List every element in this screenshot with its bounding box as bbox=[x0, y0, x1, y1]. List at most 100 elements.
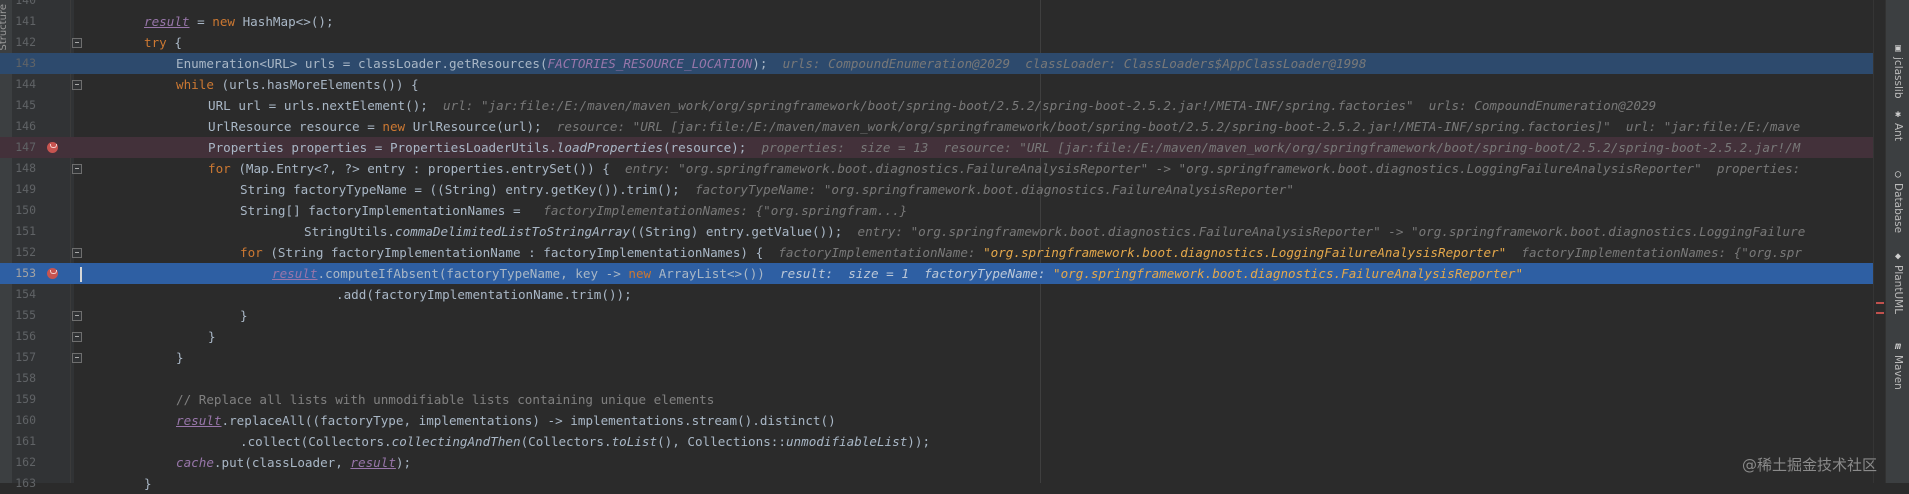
tool-window-maven[interactable]: m Maven bbox=[1886, 342, 1909, 390]
jclasslib-icon: ▣ bbox=[1894, 43, 1902, 54]
line-number: 161 bbox=[15, 434, 36, 448]
line-number: 149 bbox=[15, 182, 36, 196]
code-text: } bbox=[176, 350, 184, 365]
code-text: UrlResource resource = new UrlResource(u… bbox=[208, 119, 1801, 134]
code-line-current[interactable]: 153 result.computeIfAbsent(factoryTypeNa… bbox=[0, 263, 1873, 284]
inline-debug-value: entry: "org.springframework.boot.diagnos… bbox=[857, 224, 1806, 239]
code-text bbox=[80, 263, 84, 284]
inline-debug-value: url: "jar:file:/E:/maven/maven_work/org/… bbox=[443, 98, 1657, 113]
code-line[interactable]: 154 .add(factoryImplementationName.trim(… bbox=[0, 284, 1873, 305]
code-line[interactable]: 146 UrlResource resource = new UrlResour… bbox=[0, 116, 1873, 137]
watermark-text: @稀土掘金技术社区 bbox=[1742, 456, 1878, 474]
plantuml-icon: ◆ bbox=[1894, 251, 1902, 262]
code-text: for (String factoryImplementationName : … bbox=[240, 245, 1802, 260]
code-text: result.computeIfAbsent(factoryTypeName, … bbox=[272, 266, 1524, 281]
code-line[interactable]: 152 for (String factoryImplementationNam… bbox=[0, 242, 1873, 263]
line-number: 142 bbox=[15, 35, 36, 49]
code-text: } bbox=[144, 476, 152, 491]
code-line[interactable]: 160 result.replaceAll((factoryType, impl… bbox=[0, 410, 1873, 431]
fold-icon[interactable] bbox=[72, 80, 82, 90]
line-number: 160 bbox=[15, 413, 36, 427]
code-line[interactable]: 149 String factoryTypeName = ((String) e… bbox=[0, 179, 1873, 200]
line-number: 144 bbox=[15, 77, 36, 91]
code-line[interactable]: 148 for (Map.Entry<?, ?> entry : propert… bbox=[0, 158, 1873, 179]
line-number: 147 bbox=[15, 140, 36, 154]
code-line[interactable]: 157 } bbox=[0, 347, 1873, 368]
code-line[interactable]: 163 } bbox=[0, 473, 1873, 494]
line-number: 159 bbox=[15, 392, 36, 406]
line-number: 158 bbox=[15, 371, 36, 385]
fold-icon[interactable] bbox=[72, 332, 82, 342]
code-line[interactable]: 140 bbox=[0, 0, 1873, 11]
line-number: 143 bbox=[15, 56, 36, 70]
tool-window-plantuml[interactable]: ◆ PlantUML bbox=[1886, 251, 1909, 315]
code-line[interactable]: 141 result = new HashMap<>(); bbox=[0, 11, 1873, 32]
code-text: String factoryTypeName = ((String) entry… bbox=[240, 182, 1294, 197]
line-number: 153 bbox=[15, 266, 36, 280]
fold-icon[interactable] bbox=[72, 311, 82, 321]
line-number: 145 bbox=[15, 98, 36, 112]
code-text: for (Map.Entry<?, ?> entry : properties.… bbox=[208, 161, 1801, 176]
code-text: String[] factoryImplementationNames = fa… bbox=[240, 203, 908, 218]
code-text: result.replaceAll((factoryType, implemen… bbox=[176, 413, 836, 428]
line-number: 163 bbox=[15, 476, 36, 490]
line-number: 152 bbox=[15, 245, 36, 259]
error-stripe-marker[interactable] bbox=[1876, 312, 1884, 314]
code-text: result = new HashMap<>(); bbox=[144, 14, 334, 29]
code-line[interactable]: 156 } bbox=[0, 326, 1873, 347]
inline-debug-value: urls: CompoundEnumeration@2029 classLoad… bbox=[782, 56, 1367, 71]
line-number: 148 bbox=[15, 161, 36, 175]
code-line[interactable]: 161 .collect(Collectors.collectingAndThe… bbox=[0, 431, 1873, 452]
line-number: 150 bbox=[15, 203, 36, 217]
fold-icon[interactable] bbox=[72, 164, 82, 174]
error-stripe-marker[interactable] bbox=[1876, 302, 1884, 304]
line-number: 157 bbox=[15, 350, 36, 364]
code-text: URL url = urls.nextElement(); url: "jar:… bbox=[208, 98, 1657, 113]
ant-icon: ✱ bbox=[1894, 109, 1902, 120]
fold-icon[interactable] bbox=[72, 248, 82, 258]
fold-icon[interactable] bbox=[72, 353, 82, 363]
inline-debug-value: entry: "org.springframework.boot.diagnos… bbox=[625, 161, 1801, 176]
code-line[interactable]: 158 bbox=[0, 368, 1873, 389]
line-number: 146 bbox=[15, 119, 36, 133]
code-line[interactable]: 145 URL url = urls.nextElement(); url: "… bbox=[0, 95, 1873, 116]
tool-window-jclasslib[interactable]: ▣ jclasslib bbox=[1886, 43, 1909, 99]
code-text: .collect(Collectors.collectingAndThen(Co… bbox=[240, 434, 931, 449]
code-line-breakpoint[interactable]: 147 Properties properties = PropertiesLo… bbox=[0, 137, 1873, 158]
text-caret bbox=[80, 267, 82, 282]
code-line[interactable]: 150 String[] factoryImplementationNames … bbox=[0, 200, 1873, 221]
code-line[interactable]: 155 } bbox=[0, 305, 1873, 326]
inline-debug-value: properties: size = 13 resource: "URL [ja… bbox=[761, 140, 1801, 155]
line-number: 162 bbox=[15, 455, 36, 469]
code-text: while (urls.hasMoreElements()) { bbox=[176, 77, 419, 92]
code-line-execution-point[interactable]: 143 Enumeration<URL> urls = classLoader.… bbox=[0, 53, 1873, 74]
inline-debug-value: factoryImplementationName: "org.springfr… bbox=[778, 245, 1802, 260]
code-line[interactable]: 159 // Replace all lists with unmodifiab… bbox=[0, 389, 1873, 410]
code-comment: // Replace all lists with unmodifiable l… bbox=[176, 392, 715, 407]
code-line[interactable]: 142 try { bbox=[0, 32, 1873, 53]
breakpoint-icon[interactable] bbox=[47, 268, 58, 279]
code-text: Enumeration<URL> urls = classLoader.getR… bbox=[176, 56, 1367, 71]
tool-window-ant[interactable]: ✱ Ant bbox=[1886, 110, 1909, 141]
code-line[interactable]: 144 while (urls.hasMoreElements()) { bbox=[0, 74, 1873, 95]
code-editor[interactable]: 140 141 result = new HashMap<>(); 142 tr… bbox=[0, 0, 1873, 491]
code-text: } bbox=[208, 329, 216, 344]
inline-debug-value: resource: "URL [jar:file:/E:/maven/maven… bbox=[556, 119, 1801, 134]
code-line[interactable]: 162 cache.put(classLoader, result); bbox=[0, 452, 1873, 473]
code-text: cache.put(classLoader, result); bbox=[176, 455, 412, 470]
line-number: 154 bbox=[15, 287, 36, 301]
code-text: StringUtils.commaDelimitedListToStringAr… bbox=[304, 224, 1806, 239]
tool-window-database[interactable]: ◯ Database bbox=[1886, 169, 1909, 234]
breakpoint-icon[interactable] bbox=[47, 142, 58, 153]
fold-icon[interactable] bbox=[72, 38, 82, 48]
right-tool-strip: ▣ jclasslib ✱ Ant ◯ Database ◆ PlantUML … bbox=[1885, 0, 1909, 483]
code-text: Properties properties = PropertiesLoader… bbox=[208, 140, 1801, 155]
code-text: } bbox=[240, 308, 248, 323]
line-number: 151 bbox=[15, 224, 36, 238]
code-line[interactable]: 151 StringUtils.commaDelimitedListToStri… bbox=[0, 221, 1873, 242]
database-icon: ◯ bbox=[1894, 169, 1902, 180]
maven-icon: m bbox=[1894, 341, 1902, 352]
inline-debug-value: factoryTypeName: "org.springframework.bo… bbox=[694, 182, 1294, 197]
inline-debug-value: result: size = 1 factoryTypeName: "org.s… bbox=[780, 266, 1524, 281]
code-text: try { bbox=[144, 35, 182, 50]
